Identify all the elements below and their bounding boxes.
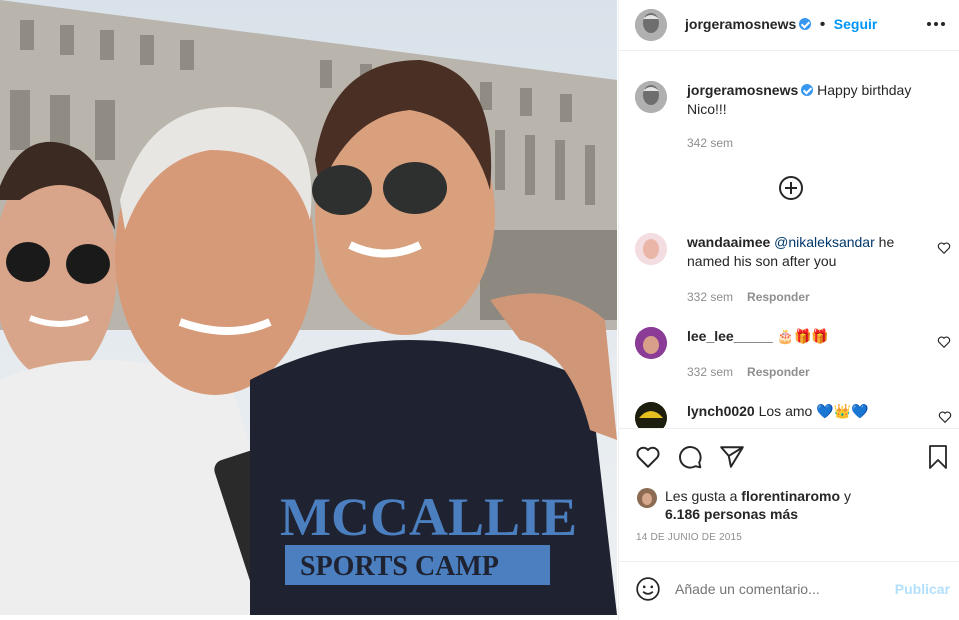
comment-input[interactable]: [675, 579, 875, 599]
reply-button[interactable]: Responder: [747, 365, 810, 379]
selfie-image: MCCALLIE SPORTS CAMP: [0, 0, 617, 615]
caption-time[interactable]: 342 sem: [687, 136, 733, 150]
comment-mention[interactable]: @nikaleksandar: [774, 234, 875, 250]
action-bar: [619, 428, 959, 469]
dot-separator: •: [819, 16, 826, 33]
post-header: jorgeramosnews • Seguir: [619, 0, 959, 51]
add-comment-bar: Publicar: [619, 561, 959, 618]
author-avatar[interactable]: [635, 9, 667, 41]
comment-time[interactable]: 332 sem: [687, 290, 733, 304]
comment-avatar[interactable]: [635, 327, 667, 359]
emoji-icon[interactable]: [635, 576, 661, 602]
comment-item: wandaaimee @nikaleksandar he named his s…: [687, 233, 927, 271]
likes-count[interactable]: 6.186 personas más: [665, 506, 798, 522]
comment-text: 🎂🎁🎁: [776, 328, 829, 344]
comment-avatar[interactable]: [635, 233, 667, 265]
more-options-icon[interactable]: [926, 16, 946, 32]
plus-circle-icon[interactable]: [779, 176, 803, 200]
caption-avatar[interactable]: [635, 81, 667, 113]
comment-username[interactable]: lee_lee_____: [687, 328, 773, 344]
reply-button[interactable]: Responder: [747, 290, 810, 304]
post-date[interactable]: 14 DE JUNIO DE 2015: [636, 532, 742, 543]
likes-prefix: Les gusta a: [665, 488, 738, 504]
comment-avatar[interactable]: [635, 402, 667, 428]
caption-username[interactable]: jorgeramosnews: [687, 82, 798, 98]
comment-meta: 332 sem Responder: [687, 363, 810, 381]
shirt-text-2: SPORTS CAMP: [300, 551, 499, 582]
comment-username[interactable]: wandaaimee: [687, 234, 770, 250]
liker-username[interactable]: florentinaromo: [741, 488, 840, 504]
post-photo[interactable]: MCCALLIE SPORTS CAMP: [0, 0, 617, 615]
comment-clip: lynch0020 Los amo 💙👑💙: [619, 398, 959, 428]
comment-time[interactable]: 332 sem: [687, 365, 733, 379]
follow-button[interactable]: Seguir: [834, 16, 878, 32]
comment-text: Los amo 💙👑💙: [758, 403, 869, 419]
bookmark-icon[interactable]: [926, 444, 950, 470]
like-comment-icon[interactable]: [937, 241, 951, 255]
comment-item: lee_lee_____ 🎂🎁🎁: [687, 327, 927, 346]
post-panel: jorgeramosnews • Seguir jorgeramosnews H…: [618, 0, 959, 620]
like-comment-icon[interactable]: [937, 335, 951, 349]
verified-badge-icon: [799, 18, 812, 30]
share-icon[interactable]: [719, 444, 745, 470]
post-comment-button[interactable]: Publicar: [895, 581, 950, 597]
heart-icon[interactable]: [635, 444, 661, 470]
verified-badge-icon: [801, 84, 814, 96]
comment-item: lynch0020 Los amo 💙👑💙: [687, 402, 927, 421]
comment-icon[interactable]: [677, 444, 703, 470]
likes-conj: y: [843, 488, 851, 504]
author-username[interactable]: jorgeramosnews: [685, 16, 796, 32]
comment-meta: 332 sem Responder: [687, 288, 810, 306]
likes-summary: Les gusta a florentinaromo y: [665, 487, 945, 506]
liker-avatar[interactable]: [637, 488, 657, 508]
caption-block: jorgeramosnews Happy birthday Nico!!!: [687, 81, 937, 119]
comment-username[interactable]: lynch0020: [687, 403, 755, 419]
shirt-text-1: MCCALLIE: [280, 487, 577, 547]
like-comment-icon[interactable]: [938, 410, 952, 424]
